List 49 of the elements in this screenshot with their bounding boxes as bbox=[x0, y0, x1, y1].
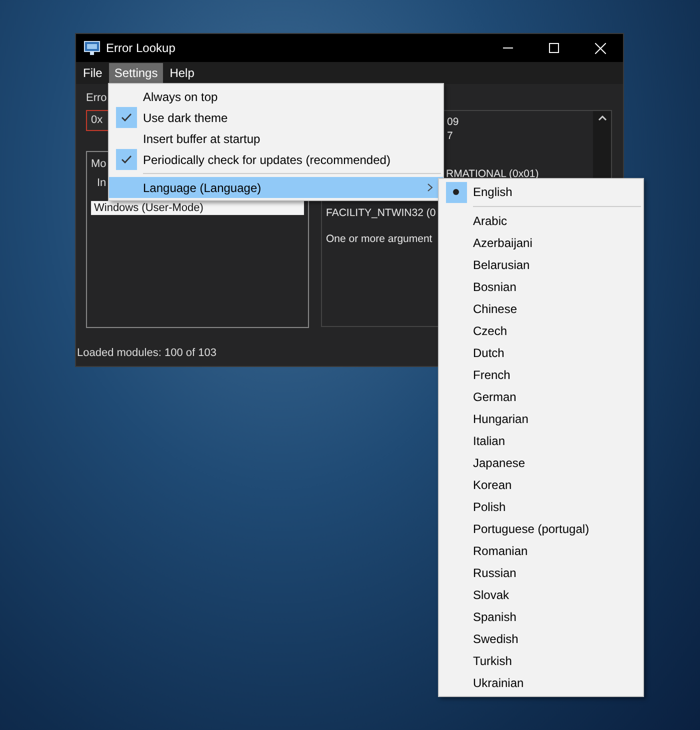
language-option[interactable]: Portuguese (portugal) bbox=[439, 518, 643, 540]
menu-item[interactable]: File bbox=[78, 63, 108, 83]
language-option[interactable]: Polish bbox=[439, 496, 643, 518]
submenu-item[interactable]: Language (Language) bbox=[109, 177, 443, 198]
language-option[interactable]: Ukrainian bbox=[439, 672, 643, 694]
language-option[interactable]: Korean bbox=[439, 474, 643, 496]
result-text: 09 bbox=[447, 115, 459, 129]
menu-item[interactable]: Settings bbox=[109, 63, 163, 83]
language-option[interactable]: Arabic bbox=[439, 210, 643, 232]
column-header: In bbox=[97, 177, 106, 191]
language-option[interactable]: Hungarian bbox=[439, 408, 643, 430]
language-option[interactable]: Slovak bbox=[439, 584, 643, 606]
maximize-icon bbox=[549, 43, 559, 53]
language-option[interactable]: Bosnian bbox=[439, 276, 643, 298]
language-option[interactable]: Spanish bbox=[439, 606, 643, 628]
window-title: Error Lookup bbox=[106, 41, 176, 55]
status-text: Loaded modules: 100 of 103 bbox=[77, 347, 216, 359]
module-row[interactable]: Windows (User-Mode) bbox=[91, 201, 304, 215]
menu-item[interactable]: Help bbox=[164, 63, 200, 83]
result-text: FACILITY_NTWIN32 (0 bbox=[326, 206, 436, 220]
language-option[interactable]: Romanian bbox=[439, 540, 643, 562]
language-option[interactable]: Russian bbox=[439, 562, 643, 584]
language-option[interactable]: Belarusian bbox=[439, 254, 643, 276]
language-option[interactable]: Czech bbox=[439, 320, 643, 342]
menu-option[interactable]: Use dark theme bbox=[109, 107, 443, 128]
menu-option[interactable]: Periodically check for updates (recommended) bbox=[109, 149, 443, 170]
language-option[interactable]: Swedish bbox=[439, 628, 643, 650]
bullet-icon bbox=[453, 189, 459, 195]
language-option[interactable]: Dutch bbox=[439, 342, 643, 364]
monitor-icon bbox=[84, 41, 100, 55]
language-option[interactable]: Turkish bbox=[439, 650, 643, 672]
language-option[interactable]: Chinese bbox=[439, 298, 643, 320]
result-text: One or more argument bbox=[326, 232, 432, 246]
close-icon bbox=[594, 42, 606, 54]
result-text: 7 bbox=[447, 129, 453, 143]
menu-option[interactable]: Insert buffer at startup bbox=[109, 128, 443, 149]
check-icon bbox=[120, 155, 132, 164]
language-option[interactable]: Azerbaijani bbox=[439, 232, 643, 254]
language-option[interactable]: French bbox=[439, 364, 643, 386]
result-text: RMATIONAL (0x01) bbox=[446, 167, 539, 181]
error-label: Erro bbox=[86, 92, 107, 106]
group-title: Mo bbox=[91, 158, 106, 170]
language-option[interactable]: German bbox=[439, 386, 643, 408]
language-option[interactable]: Japanese bbox=[439, 452, 643, 474]
chevron-right-icon bbox=[427, 183, 433, 192]
menu-option[interactable]: Always on top bbox=[109, 86, 443, 107]
scroll-up-icon[interactable] bbox=[598, 115, 606, 121]
language-option[interactable]: Italian bbox=[439, 430, 643, 452]
check-icon bbox=[120, 113, 132, 122]
